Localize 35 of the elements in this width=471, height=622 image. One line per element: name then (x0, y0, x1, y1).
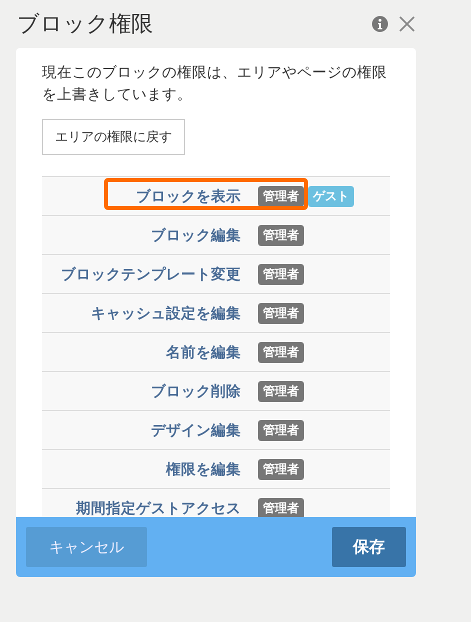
override-notice: 現在このブロックの権限は、エリアやページの権限を上書きしています。 (42, 64, 388, 105)
revert-button[interactable]: エリアの権限に戻す (42, 119, 185, 155)
role-badge: 管理者 (258, 420, 304, 440)
permission-row[interactable]: 期間指定ゲストアクセス 管理者 (42, 488, 390, 517)
permission-row[interactable]: デザイン編集 管理者 (42, 410, 390, 449)
role-badge: 管理者 (258, 224, 304, 246)
role-badge: 管理者 (258, 380, 304, 402)
permission-label: 期間指定ゲストアクセス (75, 500, 241, 517)
permission-row[interactable]: ブロック削除 管理者 (42, 371, 390, 410)
permission-label: ブロックを表示 (135, 188, 241, 206)
role-badge: 管理者 (258, 498, 304, 517)
role-badge: ゲスト (308, 186, 354, 206)
cancel-button[interactable]: キャンセル (26, 527, 147, 567)
permission-row[interactable]: ブロックテンプレート変更 管理者 (42, 254, 390, 293)
permission-row[interactable]: ブロックを表示 管理者 ゲスト (42, 176, 390, 215)
info-icon[interactable] (372, 16, 388, 32)
permission-label: 名前を編集 (164, 344, 241, 362)
close-icon[interactable] (398, 15, 416, 33)
role-badge: 管理者 (258, 264, 304, 284)
save-button[interactable]: 保存 (332, 527, 406, 567)
permission-label: ブロックテンプレート変更 (60, 265, 241, 284)
role-badge: 管理者 (258, 186, 304, 206)
permission-label: デザイン編集 (150, 422, 241, 440)
role-badge: 管理者 (258, 342, 304, 362)
role-badge: 管理者 (258, 302, 304, 324)
permission-label: ブロック削除 (150, 382, 241, 400)
permission-label: ブロック編集 (150, 226, 241, 244)
role-badge: 管理者 (258, 458, 304, 480)
dialog-title: ブロック権限 (17, 11, 154, 39)
permission-row[interactable]: 名前を編集 管理者 (42, 332, 390, 371)
permission-label: キャッシュ設定を編集 (90, 304, 241, 322)
permission-row[interactable]: ブロック編集 管理者 (42, 215, 390, 254)
permission-row[interactable]: 権限を編集 管理者 (42, 449, 390, 488)
permission-label: 権限を編集 (164, 460, 241, 478)
permission-row[interactable]: キャッシュ設定を編集 管理者 (42, 293, 390, 332)
